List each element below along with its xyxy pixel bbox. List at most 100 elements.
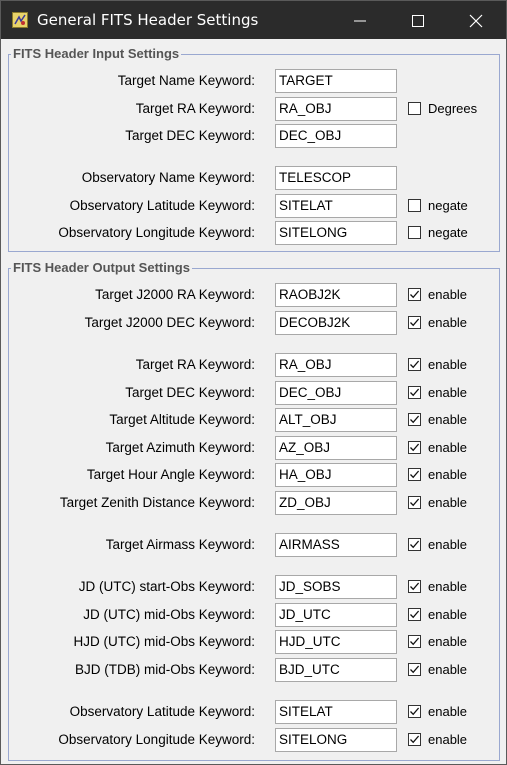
- settings-window: General FITS Header Settings FITS Header…: [0, 0, 507, 765]
- target-j2000-dec-enable-checkbox[interactable]: [408, 316, 421, 329]
- degrees-checkbox[interactable]: [408, 102, 421, 115]
- title-bar[interactable]: General FITS Header Settings: [1, 1, 506, 39]
- check-mark-icon: [410, 415, 420, 424]
- latitude-negate-checkbox[interactable]: [408, 199, 421, 212]
- target-dec-input[interactable]: DEC_OBJ: [275, 381, 397, 405]
- jd-mid-obs-enable-checkbox[interactable]: [408, 608, 421, 621]
- field-label: Observatory Name Keyword:: [81, 170, 255, 185]
- check-mark-icon: [410, 665, 420, 674]
- output-row-target-hour-angle: Target Hour Angle Keyword: HA_OBJ enable: [9, 463, 499, 487]
- observatory-longitude-enable-checkbox[interactable]: [408, 733, 421, 746]
- check-mark-icon: [410, 498, 420, 507]
- field-label: Target RA Keyword:: [135, 101, 255, 116]
- target-hour-angle-enable-checkbox[interactable]: [408, 468, 421, 481]
- enable-label: enable: [428, 315, 468, 330]
- enable-label: enable: [428, 662, 468, 677]
- enable-label: enable: [428, 440, 468, 455]
- target-azimuth-input[interactable]: AZ_OBJ: [275, 436, 397, 460]
- enable-label: enable: [428, 607, 468, 622]
- maximize-button[interactable]: [390, 1, 448, 39]
- output-row-observatory-longitude: Observatory Longitude Keyword: SITELONG en…: [9, 728, 499, 752]
- target-j2000-ra-input[interactable]: RAOBJ2K: [275, 283, 397, 307]
- output-row-target-airmass: Target Airmass Keyword: AIRMASS enable: [9, 533, 499, 557]
- degrees-label: Degrees: [428, 101, 478, 116]
- target-zenith-distance-input[interactable]: ZD_OBJ: [275, 491, 397, 515]
- minimize-button[interactable]: [332, 1, 390, 39]
- target-airmass-input[interactable]: AIRMASS: [275, 533, 397, 557]
- target-altitude-input[interactable]: ALT_OBJ: [275, 408, 397, 432]
- close-icon: [469, 14, 483, 28]
- enable-label: enable: [428, 412, 468, 427]
- observatory-longitude-input[interactable]: SITELONG: [275, 221, 397, 245]
- jd-start-obs-enable-checkbox[interactable]: [408, 580, 421, 593]
- target-altitude-enable-checkbox[interactable]: [408, 413, 421, 426]
- field-label: Target Zenith Distance Keyword:: [59, 495, 255, 510]
- longitude-negate-checkbox[interactable]: [408, 226, 421, 239]
- check-mark-icon: [410, 707, 420, 716]
- check-mark-icon: [410, 360, 420, 369]
- target-name-input[interactable]: TARGET: [275, 69, 397, 93]
- target-j2000-dec-input[interactable]: DECOBJ2K: [275, 311, 397, 335]
- output-row-target-dec: Target DEC Keyword: DEC_OBJ enable: [9, 381, 499, 405]
- field-label: Observatory Longitude Keyword:: [58, 225, 255, 240]
- output-row-target-j2000-dec: Target J2000 DEC Keyword: DECOBJ2K enable: [9, 311, 499, 335]
- observatory-latitude-enable-checkbox[interactable]: [408, 705, 421, 718]
- field-label: HJD (UTC) mid-Obs Keyword:: [73, 634, 255, 649]
- field-label: Observatory Latitude Keyword:: [69, 704, 255, 719]
- input-row-observatory-name: Observatory Name Keyword: TELESCOP: [9, 166, 499, 190]
- field-label: JD (UTC) mid-Obs Keyword:: [83, 607, 255, 622]
- target-ra-input[interactable]: RA_OBJ: [275, 97, 397, 121]
- field-label: Target J2000 RA Keyword:: [95, 287, 255, 302]
- input-row-target-name: Target Name Keyword: TARGET: [9, 69, 499, 93]
- observatory-latitude-input[interactable]: SITELAT: [275, 700, 397, 724]
- output-settings-title: FITS Header Output Settings: [11, 260, 192, 276]
- output-row-bjd-mid-obs: BJD (TDB) mid-Obs Keyword: BJD_UTC enable: [9, 658, 499, 682]
- target-dec-input[interactable]: DEC_OBJ: [275, 124, 397, 148]
- minimize-icon: [354, 20, 366, 22]
- output-row-observatory-latitude: Observatory Latitude Keyword: SITELAT enab…: [9, 700, 499, 724]
- observatory-longitude-input[interactable]: SITELONG: [275, 728, 397, 752]
- enable-label: enable: [428, 537, 468, 552]
- field-label: Target DEC Keyword:: [125, 128, 255, 143]
- output-settings-group: FITS Header Output Settings Target J2000…: [8, 260, 500, 761]
- hjd-mid-obs-enable-checkbox[interactable]: [408, 635, 421, 648]
- field-label: Target DEC Keyword:: [125, 385, 255, 400]
- check-mark-icon: [410, 443, 420, 452]
- check-mark-icon: [410, 470, 420, 479]
- jd-mid-obs-input[interactable]: JD_UTC: [275, 603, 397, 627]
- output-row-target-azimuth: Target Azimuth Keyword: AZ_OBJ enable: [9, 436, 499, 460]
- check-mark-icon: [410, 637, 420, 646]
- target-j2000-ra-enable-checkbox[interactable]: [408, 288, 421, 301]
- field-label: Target J2000 DEC Keyword:: [84, 315, 255, 330]
- observatory-latitude-input[interactable]: SITELAT: [275, 194, 397, 218]
- enable-label: enable: [428, 495, 468, 510]
- enable-label: enable: [428, 634, 468, 649]
- negate-label: negate: [428, 225, 468, 240]
- target-dec-enable-checkbox[interactable]: [408, 386, 421, 399]
- bjd-mid-obs-input[interactable]: BJD_UTC: [275, 658, 397, 682]
- output-row-target-j2000-ra: Target J2000 RA Keyword: RAOBJ2K enable: [9, 283, 499, 307]
- target-azimuth-enable-checkbox[interactable]: [408, 441, 421, 454]
- input-settings-title: FITS Header Input Settings: [11, 46, 182, 62]
- jd-start-obs-input[interactable]: JD_SOBS: [275, 575, 397, 599]
- target-ra-input[interactable]: RA_OBJ: [275, 353, 397, 377]
- input-row-target-ra: Target RA Keyword: RA_OBJ Degrees: [9, 97, 499, 121]
- input-settings-group: FITS Header Input Settings Target Name K…: [8, 46, 500, 252]
- input-row-target-dec: Target DEC Keyword: DEC_OBJ: [9, 124, 499, 148]
- target-ra-enable-checkbox[interactable]: [408, 358, 421, 371]
- target-airmass-enable-checkbox[interactable]: [408, 538, 421, 551]
- close-button[interactable]: [448, 1, 506, 39]
- target-hour-angle-input[interactable]: HA_OBJ: [275, 463, 397, 487]
- field-label: Target RA Keyword:: [135, 357, 255, 372]
- enable-label: enable: [428, 732, 468, 747]
- hjd-mid-obs-input[interactable]: HJD_UTC: [275, 630, 397, 654]
- target-zenith-distance-enable-checkbox[interactable]: [408, 496, 421, 509]
- check-mark-icon: [410, 610, 420, 619]
- bjd-mid-obs-enable-checkbox[interactable]: [408, 663, 421, 676]
- app-icon: [12, 12, 28, 28]
- input-row-observatory-longitude: Observatory Longitude Keyword: SITELONG …: [9, 221, 499, 245]
- output-row-jd-mid-obs: JD (UTC) mid-Obs Keyword: JD_UTC enable: [9, 603, 499, 627]
- observatory-name-input[interactable]: TELESCOP: [275, 166, 397, 190]
- field-label: Target Airmass Keyword:: [105, 537, 255, 552]
- negate-label: negate: [428, 198, 468, 213]
